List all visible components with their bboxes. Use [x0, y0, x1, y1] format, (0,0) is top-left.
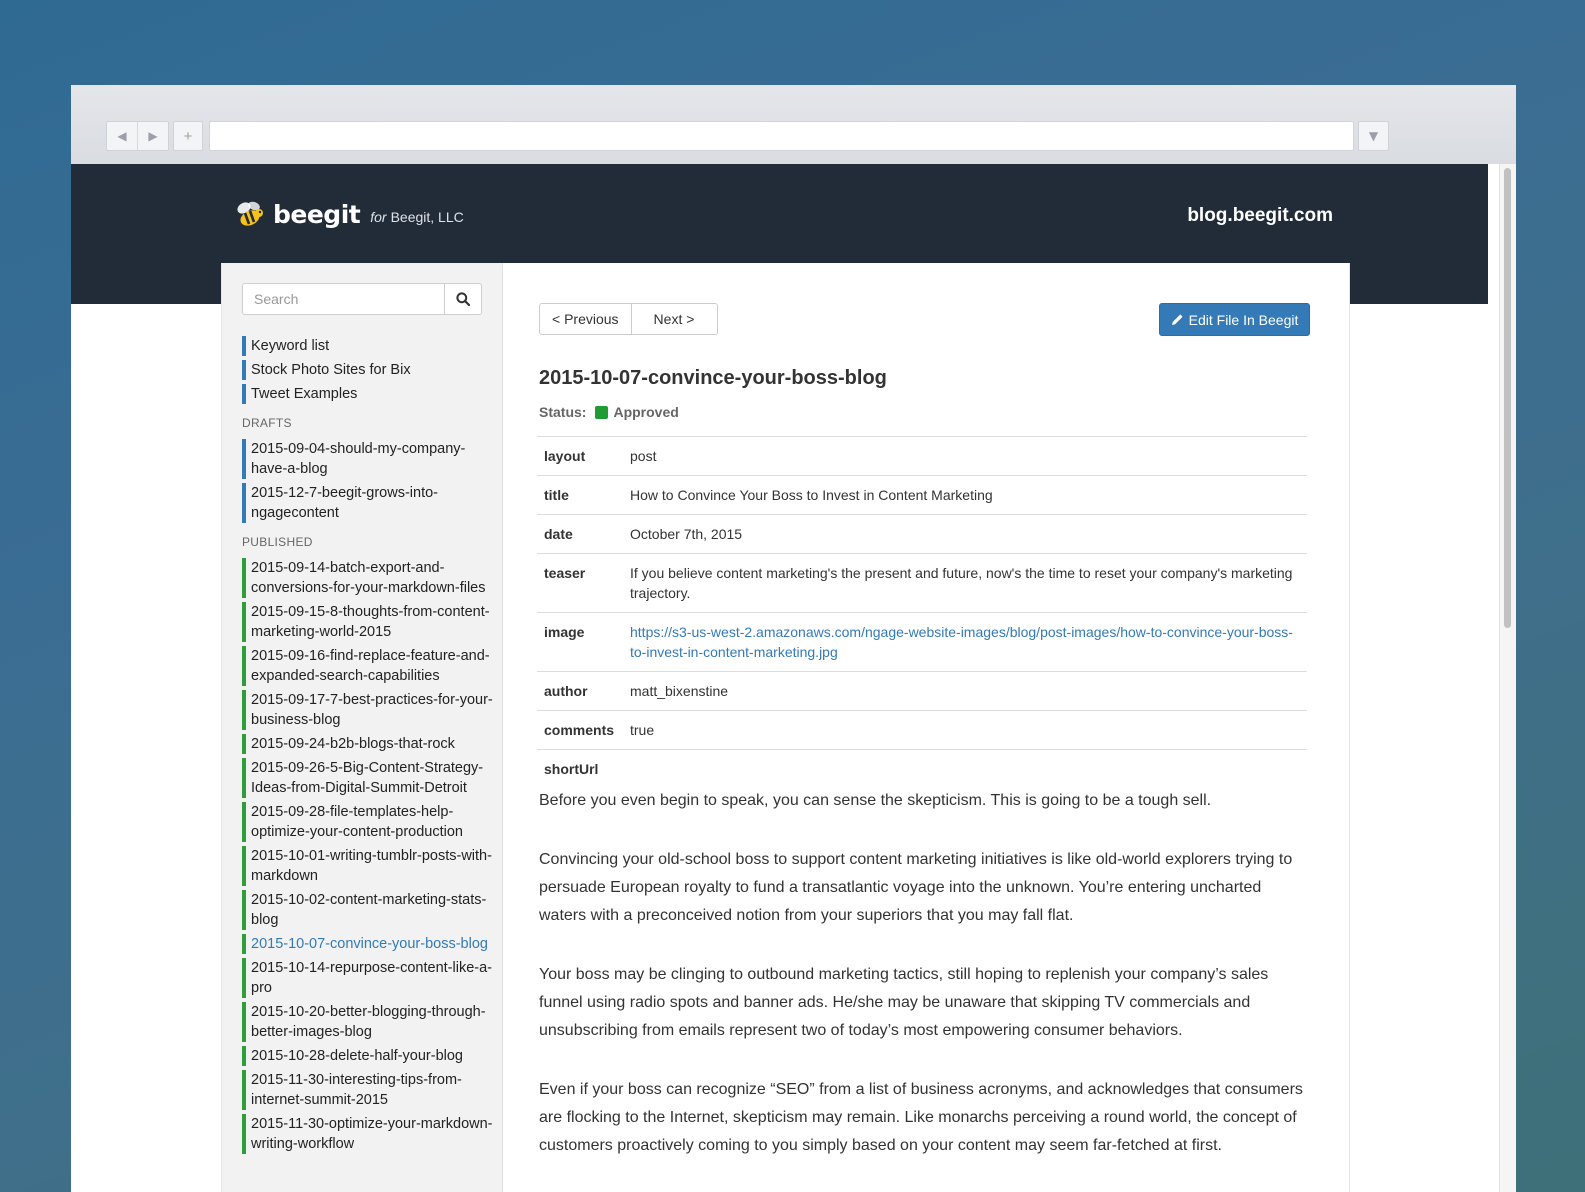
front-matter-value: October 7th, 2015	[623, 514, 1307, 554]
pencil-icon	[1171, 314, 1183, 325]
front-matter-value: https://s3-us-west-2.amazonaws.com/ngage…	[623, 612, 1307, 672]
browser-window: ◀ ▶ + ▼ beegit for Beegit, LLC blog.beeg…	[71, 85, 1516, 1192]
browser-toolbar: ◀ ▶ + ▼	[71, 85, 1516, 165]
front-matter-key: teaser	[537, 553, 623, 613]
sidebar-file-item[interactable]: 2015-09-28-file-templates-help-optimize-…	[242, 802, 497, 842]
next-button[interactable]: Next >	[631, 303, 719, 335]
sidebar-file-item[interactable]: 2015-10-07-convince-your-boss-blog	[242, 934, 497, 954]
sidebar-file-item[interactable]: 2015-09-15-8-thoughts-from-content-marke…	[242, 602, 497, 642]
article-paragraph: Before you even begin to speak, you can …	[539, 792, 1212, 809]
front-matter-value: true	[623, 710, 1307, 750]
front-matter-row: image https://s3-us-west-2.amazonaws.com/…	[537, 612, 1307, 672]
sidebar-file-item[interactable]: 2015-11-30-interesting-tips-from-interne…	[242, 1070, 497, 1110]
sidebar-file-item[interactable]: 2015-12-7-beegit-grows-into-ngagecontent	[242, 483, 497, 523]
sidebar-file-item[interactable]: Stock Photo Sites for Bix	[242, 360, 497, 380]
content-panel: Keyword list Stock Photo Sites for Bix Twe…	[221, 263, 1350, 1192]
sidebar-file-item[interactable]: 2015-10-20-better-blogging-through-bette…	[242, 1002, 497, 1042]
file-list: Keyword list Stock Photo Sites for Bix Twe…	[242, 336, 497, 1158]
status-row: Status: Approved	[539, 404, 679, 420]
edit-file-button[interactable]: Edit File In Beegit	[1159, 303, 1310, 336]
article-paragraph: Convincing your old-school boss to suppo…	[539, 851, 1293, 924]
sidebar-file-item[interactable]: 2015-10-02-content-marketing-stats-blog	[242, 890, 497, 930]
page-scrollbar[interactable]	[1499, 164, 1516, 1192]
pager: < Previous Next >	[539, 303, 719, 335]
page-viewport: beegit for Beegit, LLC blog.beegit.com S…	[71, 164, 1516, 1192]
search-button[interactable]	[444, 283, 482, 315]
front-matter-value: How to Convince Your Boss to Invest in C…	[623, 475, 1307, 515]
front-matter-row: author matt_bixenstine	[537, 671, 1307, 711]
sidebar-file-item[interactable]: 2015-10-14-repurpose-content-like-a-pro	[242, 958, 497, 998]
logo-for-label: for	[370, 209, 387, 225]
front-matter-table: layout post title How to Convince Your Boss…	[537, 436, 1307, 785]
front-matter-row: layout post	[537, 436, 1307, 476]
front-matter-value: post	[623, 436, 1307, 476]
front-matter-value: matt_bixenstine	[623, 671, 1307, 711]
front-matter-key: image	[537, 612, 623, 672]
front-matter-row: shortUrl	[537, 749, 1307, 785]
front-matter-key: author	[537, 671, 623, 711]
sidebar-section-label: DRAFTS	[242, 416, 292, 430]
sidebar-file-item[interactable]: 2015-09-14-batch-export-and-conversions-…	[242, 558, 497, 598]
site-domain[interactable]: blog.beegit.com	[1151, 205, 1333, 227]
sidebar-file-item[interactable]: Tweet Examples	[242, 384, 497, 404]
sidebar-file-item[interactable]: 2015-09-24-b2b-blogs-that-rock	[242, 734, 497, 754]
organization-name: Beegit, LLC	[390, 209, 464, 225]
forward-icon[interactable]: ▶	[137, 122, 168, 150]
front-matter-value: If you believe content marketing's the p…	[623, 553, 1307, 613]
image-url-link[interactable]: https://s3-us-west-2.amazonaws.com/ngage…	[630, 624, 1293, 660]
front-matter-key: title	[537, 475, 623, 515]
browser-menu-icon[interactable]: ▼	[1358, 121, 1389, 151]
sidebar-file-item[interactable]: Keyword list	[242, 336, 497, 356]
sidebar-file-item[interactable]: 2015-10-01-writing-tumblr-posts-with-mar…	[242, 846, 497, 886]
front-matter-key: comments	[537, 710, 623, 750]
sidebar-file-item[interactable]: 2015-11-30-optimize-your-markdown-writin…	[242, 1114, 497, 1154]
front-matter-key: date	[537, 514, 623, 554]
article-paragraph: Even if your boss can recognize “SEO” fr…	[539, 1081, 1303, 1154]
front-matter-row: teaser If you believe content marketing's…	[537, 553, 1307, 613]
front-matter-value	[623, 749, 1307, 785]
front-matter-key: shortUrl	[537, 749, 623, 785]
status-value: Approved	[613, 404, 679, 420]
bee-icon	[237, 201, 263, 226]
file-sidebar: Keyword list Stock Photo Sites for Bix Twe…	[222, 263, 503, 1192]
beegit-logo[interactable]: beegit for Beegit, LLC	[233, 197, 464, 231]
address-bar[interactable]	[209, 121, 1354, 151]
scrollbar-thumb[interactable]	[1504, 168, 1511, 628]
sidebar-file-item[interactable]: 2015-10-28-delete-half-your-blog	[242, 1046, 497, 1066]
sidebar-file-item[interactable]: 2015-09-26-5-Big-Content-Strategy-Ideas-…	[242, 758, 497, 798]
sidebar-section-label: PUBLISHED	[242, 535, 313, 549]
status-indicator	[595, 405, 609, 419]
new-tab-icon[interactable]: +	[173, 121, 203, 151]
file-title: 2015-10-07-convince-your-boss-blog	[539, 367, 887, 389]
sidebar-file-item[interactable]: 2015-09-16-find-replace-feature-and-expa…	[242, 646, 497, 686]
previous-button[interactable]: < Previous	[539, 303, 632, 335]
search-box	[242, 283, 482, 315]
search-icon	[456, 292, 470, 306]
article-body: Before you even begin to speak, you can …	[539, 787, 1312, 1191]
back-icon[interactable]: ◀	[107, 122, 137, 150]
history-nav: ◀ ▶	[106, 121, 169, 151]
sidebar-file-item[interactable]: 2015-09-04-should-my-company-have-a-blog	[242, 439, 497, 479]
logo-text: beegit	[273, 199, 361, 229]
status-label: Status:	[539, 404, 587, 420]
sidebar-file-item[interactable]: 2015-09-17-7-best-practices-for-your-bus…	[242, 690, 497, 730]
front-matter-row: date October 7th, 2015	[537, 514, 1307, 554]
search-input[interactable]	[242, 283, 444, 315]
front-matter-key: layout	[537, 436, 623, 476]
article-paragraph: Your boss may be clinging to outbound ma…	[539, 966, 1269, 1039]
front-matter-row: title How to Convince Your Boss to Invest…	[537, 475, 1307, 515]
edit-file-label: Edit File In Beegit	[1188, 311, 1299, 328]
front-matter-row: comments true	[537, 710, 1307, 750]
